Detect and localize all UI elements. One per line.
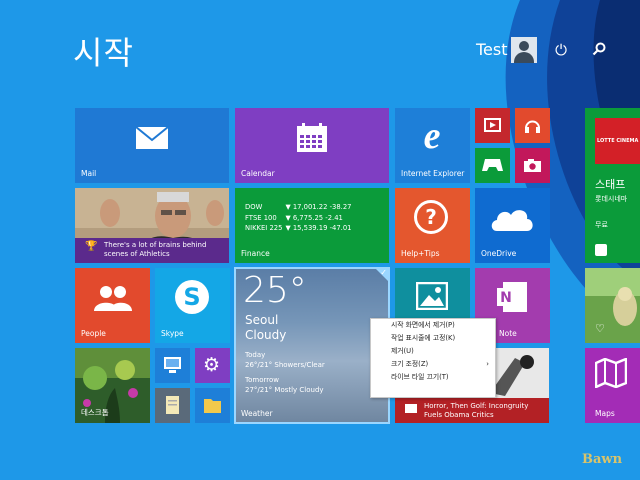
finance-row: NIKKEI 225 ▼ 15,539.19 -47.01 [245, 224, 352, 232]
menu-item-pin-to-taskbar[interactable]: 작업 표시줄에 고정(K) [371, 332, 495, 345]
headphones-icon [525, 120, 540, 133]
folder-icon [204, 399, 221, 413]
menu-item-resize[interactable]: 크기 조정(Z) › [371, 358, 495, 371]
tile-video[interactable] [475, 108, 510, 143]
store-app-subtitle: 롯데시네마 [595, 195, 628, 203]
tile-help-tips[interactable]: ? Help+Tips [395, 188, 470, 263]
internet-explorer-icon: e [423, 115, 441, 157]
tile-mail[interactable]: Mail [75, 108, 229, 183]
check-icon: ✓ [380, 268, 387, 277]
onenote-icon: N [497, 282, 527, 312]
tile-onedrive[interactable]: OneDrive [475, 188, 550, 263]
tile-context-menu: 시작 화면에서 제거(P) 작업 표시줄에 고정(K) 제거(U) 크기 조정(… [370, 318, 496, 398]
tile-label: Finance [241, 249, 270, 258]
tile-camera[interactable] [515, 148, 550, 183]
store-app-title: 스태프 [595, 178, 626, 191]
photos-icon [416, 282, 448, 310]
store-app-price: 무료 [595, 221, 608, 229]
store-icon [595, 244, 607, 256]
tile-documents[interactable] [155, 388, 190, 423]
heart-icon: ♡ [595, 322, 605, 335]
people-icon [94, 286, 132, 311]
xbox-controller-icon [482, 159, 503, 171]
power-icon[interactable]: ⏻ [552, 41, 570, 59]
question-icon: ? [414, 200, 448, 234]
tile-internet-explorer[interactable]: e Internet Explorer [395, 108, 470, 183]
tile-maps[interactable]: Maps [585, 348, 640, 423]
news-headline-line1: Horror, Then Golf: Incongruity [424, 402, 529, 410]
weather-tomorrow-label: Tomorrow [245, 376, 279, 384]
tile-label: People [81, 329, 106, 338]
tile-label: Help+Tips [401, 249, 440, 258]
skype-icon: S [175, 280, 209, 314]
video-icon [484, 118, 501, 132]
menu-item-turn-live-tile-off[interactable]: 라이브 타일 끄기(T) [371, 371, 495, 384]
tile-label: Weather [241, 409, 273, 418]
tile-label: Internet Explorer [401, 169, 465, 178]
tile-file-explorer[interactable] [195, 388, 230, 423]
weather-today-label: Today [245, 351, 266, 359]
tile-label: Mail [81, 169, 97, 178]
weather-city: Seoul [245, 313, 279, 327]
weather-condition: Cloudy [245, 328, 287, 342]
news-caption-line1: There's a lot of brains behind [104, 241, 207, 249]
tile-skype[interactable]: S Skype [155, 268, 230, 343]
tile-people[interactable]: People [75, 268, 150, 343]
gear-icon: ⚙ [203, 354, 221, 376]
tile-games[interactable] [475, 148, 510, 183]
weather-temp: 25° [243, 270, 307, 311]
news-icon [405, 404, 417, 413]
menu-item-unpin-from-start[interactable]: 시작 화면에서 제거(P) [371, 319, 495, 332]
tile-settings[interactable]: ⚙ [195, 348, 230, 383]
mail-icon [135, 126, 169, 149]
watermark: Bawn [582, 452, 623, 467]
tile-music[interactable] [515, 108, 550, 143]
chevron-right-icon: › [486, 360, 489, 368]
document-icon [166, 396, 179, 414]
cloud-icon [491, 210, 533, 231]
store-app-banner: LOTTE CINEMA [595, 118, 640, 164]
avatar[interactable] [511, 37, 537, 63]
calendar-icon [297, 123, 327, 152]
map-icon [595, 358, 627, 388]
news-headline-line2: Fuels Obama Critics [424, 411, 494, 419]
tile-label: Skype [161, 329, 184, 338]
tile-pc[interactable] [155, 348, 190, 383]
search-icon[interactable] [590, 41, 608, 59]
tile-calendar[interactable]: Calendar [235, 108, 389, 183]
weather-tomorrow: 27°/21° Mostly Cloudy [245, 386, 324, 394]
finance-row: DOW ▼ 17,001.22 -38.27 [245, 203, 352, 211]
menu-item-uninstall[interactable]: 제거(U) [371, 345, 495, 358]
tile-desktop[interactable]: 데스크톱 [75, 348, 150, 423]
tile-store[interactable]: LOTTE CINEMA 스태프 롯데시네마 무료 [585, 108, 640, 263]
finance-table: DOW ▼ 17,001.22 -38.27 FTSE 100 ▼ 6,775.25… [245, 202, 355, 234]
news-caption-line2: scenes of Athletics [104, 250, 170, 258]
tile-label: Calendar [241, 169, 275, 178]
tile-photo-partial[interactable]: ♡ [585, 268, 640, 343]
tile-finance[interactable]: DOW ▼ 17,001.22 -38.27 FTSE 100 ▼ 6,775.25… [235, 188, 389, 263]
tile-label: Maps [595, 409, 615, 418]
tile-label: OneDrive [481, 249, 517, 258]
camera-icon [524, 159, 541, 172]
trophy-icon: 🏆 [85, 241, 98, 252]
user-name[interactable]: Test [476, 40, 508, 59]
finance-row: FTSE 100 ▼ 6,775.25 -2.41 [245, 213, 343, 222]
tile-sports[interactable]: 🏆 There's a lot of brains behind scenes … [75, 188, 229, 263]
computer-icon [164, 357, 181, 373]
svg-text:N: N [500, 290, 512, 306]
page-title: 시작 [73, 34, 134, 72]
weather-today: 26°/21° Showers/Clear [245, 361, 325, 369]
tile-label: Note [499, 329, 517, 338]
tile-label: 데스크톱 [81, 408, 109, 417]
tile-weather[interactable]: ✓ 25° Seoul Cloudy Today 26°/21° Showers… [234, 267, 390, 424]
